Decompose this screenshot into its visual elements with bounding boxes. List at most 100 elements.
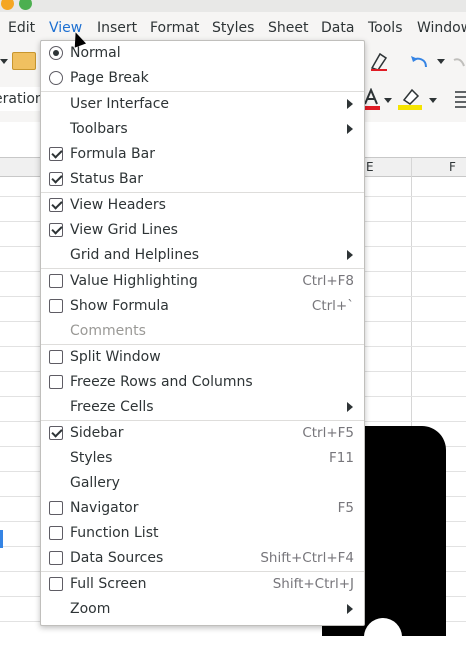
menu-item-sidebar[interactable]: Sidebar Ctrl+F5 [41,421,364,446]
submenu-arrow-icon [347,604,353,614]
menu-item-shortcut: Shift+Ctrl+J [272,576,354,592]
checkbox-unchecked-icon[interactable] [49,375,63,389]
menu-edit[interactable]: Edit [8,18,35,38]
menu-item-label: Toolbars [70,121,128,137]
radio-selected-icon[interactable] [49,46,63,60]
menu-item-navigator[interactable]: Navigator F5 [41,496,364,521]
column-header-f[interactable]: F [449,158,456,176]
menu-item-gallery[interactable]: Gallery [41,471,364,496]
menu-item-page-break[interactable]: Page Break [41,66,364,91]
menu-item-normal[interactable]: Normal [41,41,364,66]
checkbox-checked-icon[interactable] [49,198,63,212]
checkbox-checked-icon[interactable] [49,223,63,237]
menu-tools[interactable]: Tools [368,18,403,38]
submenu-arrow-icon [347,402,353,412]
menu-item-view-grid-lines[interactable]: View Grid Lines [41,218,364,243]
menu-styles[interactable]: Styles [212,18,254,38]
submenu-arrow-icon [347,99,353,109]
font-color-dropdown-icon[interactable] [384,98,392,103]
highlight-icon[interactable] [398,86,422,112]
menu-item-label: Value Highlighting [70,273,198,289]
minimize-window-button[interactable] [1,0,14,10]
menu-sheet[interactable]: Sheet [268,18,308,38]
menu-item-full-screen[interactable]: Full Screen Shift+Ctrl+J [41,572,364,597]
menu-item-label: Show Formula [70,298,169,314]
menu-item-shortcut: F5 [337,500,354,516]
checkbox-checked-icon[interactable] [49,147,63,161]
radio-unselected-icon[interactable] [49,71,63,85]
menu-item-view-headers[interactable]: View Headers [41,193,364,218]
menu-data[interactable]: Data [321,18,354,38]
menu-item-label: Comments [70,323,146,339]
view-menu-dropdown: Normal Page Break User Interface Toolbars Fo… [40,40,365,626]
highlight-dropdown-icon[interactable] [429,98,437,103]
menu-item-label: Freeze Cells [70,399,154,415]
menu-item-label: Formula Bar [70,146,155,162]
menu-item-shortcut: Ctrl+` [311,298,354,314]
menu-item-split-window[interactable]: Split Window [41,345,364,370]
clear-format-icon[interactable] [368,50,390,72]
checkbox-unchecked-icon[interactable] [49,350,63,364]
menu-item-function-list[interactable]: Function List [41,521,364,546]
maximize-window-button[interactable] [19,0,32,10]
menu-item-label: Status Bar [70,171,144,187]
menu-item-freeze-rows-and-columns[interactable]: Freeze Rows and Columns [41,370,364,395]
menu-item-label: Navigator [70,500,139,516]
menu-item-label: View Headers [70,197,166,213]
menu-item-formula-bar[interactable]: Formula Bar [41,142,364,167]
menu-item-user-interface[interactable]: User Interface [41,92,364,117]
menu-bar: Edit View Insert Format Styles Sheet Dat… [0,12,466,42]
menu-item-shortcut: F11 [329,450,354,466]
menu-item-grid-and-helplines[interactable]: Grid and Helplines [41,243,364,268]
submenu-arrow-icon [347,124,353,134]
menu-item-label: View Grid Lines [70,222,178,238]
menu-item-freeze-cells[interactable]: Freeze Cells [41,395,364,420]
menu-item-label: Styles [70,450,113,466]
undo-icon[interactable] [408,51,430,71]
menu-format[interactable]: Format [150,18,199,38]
menu-item-shortcut: Ctrl+F8 [302,273,354,289]
menu-insert[interactable]: Insert [97,18,137,38]
menu-item-label: Data Sources [70,550,164,566]
menu-item-label: Freeze Rows and Columns [70,374,253,390]
menu-item-comments: Comments [41,319,364,344]
menu-item-shortcut: Shift+Ctrl+F4 [260,550,354,566]
checkbox-unchecked-icon[interactable] [49,526,63,540]
menu-item-zoom[interactable]: Zoom [41,597,364,622]
menu-item-label: Split Window [70,349,161,365]
checkbox-unchecked-icon[interactable] [49,274,63,288]
sidebar-image-circle [364,618,402,656]
menu-item-label: User Interface [70,96,170,112]
window-titlebar [0,0,466,12]
name-box[interactable]: eration [0,87,40,111]
menu-item-label: Function List [70,525,159,541]
menu-item-data-sources[interactable]: Data Sources Shift+Ctrl+F4 [41,546,364,571]
menu-item-label: Grid and Helplines [70,247,200,263]
column-header-e[interactable]: E [366,158,374,176]
checkbox-unchecked-icon[interactable] [49,577,63,591]
menu-item-label: Gallery [70,475,120,491]
checkbox-checked-icon[interactable] [49,426,63,440]
redo-icon[interactable] [452,52,466,70]
menu-item-status-bar[interactable]: Status Bar [41,167,364,192]
menu-item-value-highlighting[interactable]: Value Highlighting Ctrl+F8 [41,269,364,294]
checkbox-checked-icon[interactable] [49,172,63,186]
checkbox-unchecked-icon[interactable] [49,299,63,313]
menu-item-toolbars[interactable]: Toolbars [41,117,364,142]
undo-dropdown-icon[interactable] [437,59,445,64]
checkbox-unchecked-icon[interactable] [49,501,63,515]
checkbox-unchecked-icon[interactable] [49,551,63,565]
menu-item-shortcut: Ctrl+F5 [302,425,354,441]
menu-item-label: Sidebar [70,425,124,441]
dropdown-arrow-icon[interactable] [0,59,8,64]
menu-item-label: Page Break [70,70,149,86]
row-selection-marker [0,530,3,548]
submenu-arrow-icon [347,250,353,260]
align-icon[interactable] [455,90,466,108]
folder-icon[interactable] [12,52,36,70]
menu-window[interactable]: Window [417,18,466,38]
menu-item-label: Zoom [70,601,111,617]
menu-item-styles[interactable]: Styles F11 [41,446,364,471]
name-box-text: eration [0,91,40,107]
menu-item-show-formula[interactable]: Show Formula Ctrl+` [41,294,364,319]
